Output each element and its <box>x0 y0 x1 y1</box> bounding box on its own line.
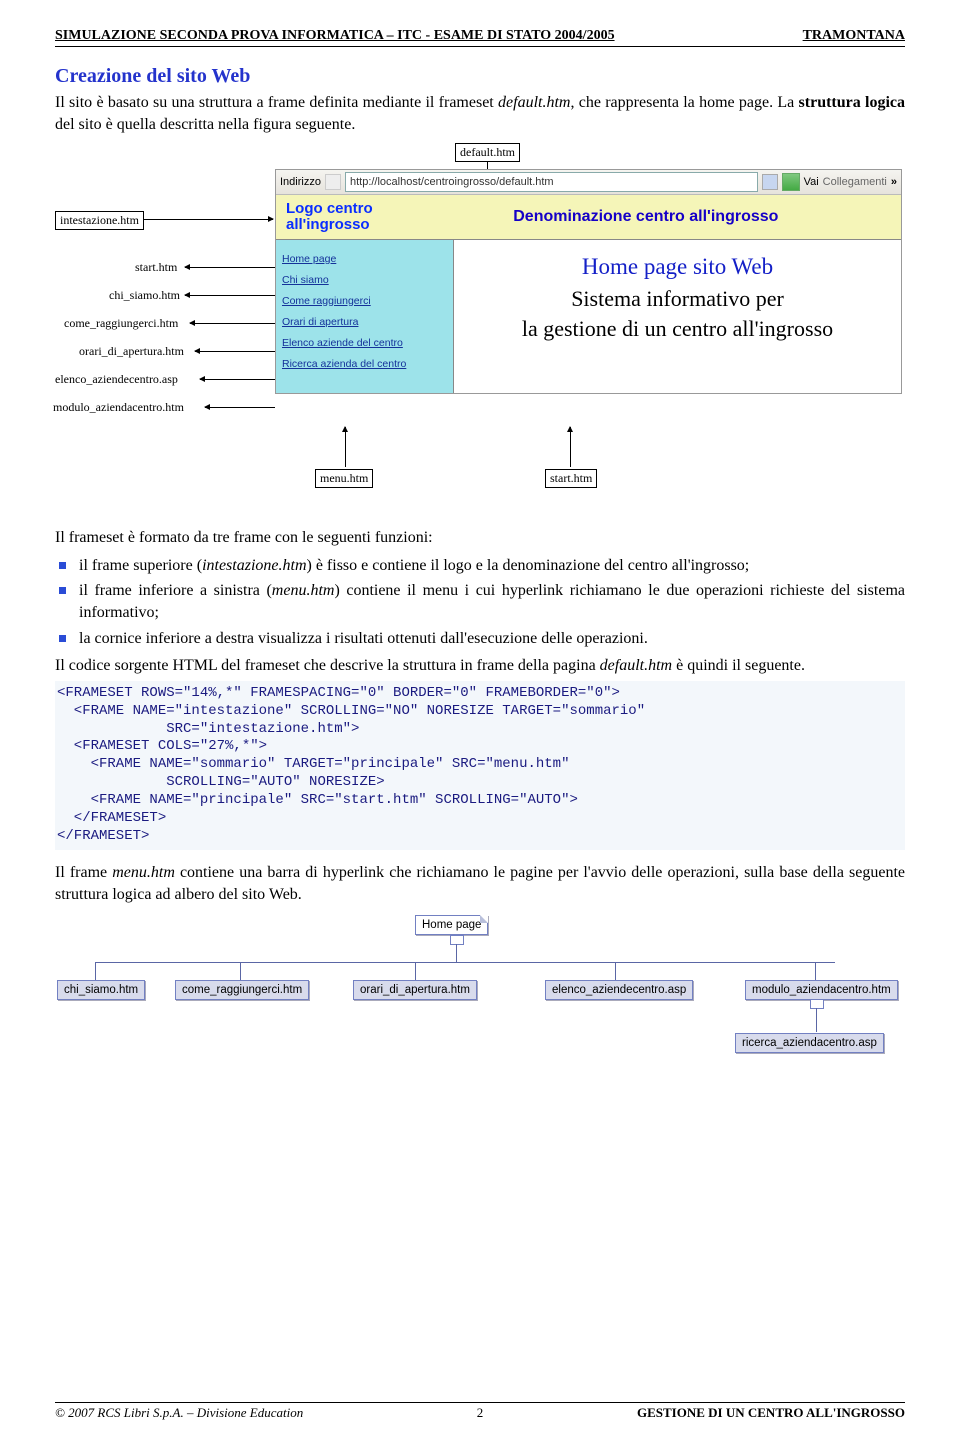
text: Logo centro <box>286 201 373 217</box>
footer-left: © 2007 RCS Libri S.p.A. – Divisione Educ… <box>55 1405 303 1421</box>
label-modulo-aziendacentro-htm: modulo_aziendacentro.htm <box>49 399 188 416</box>
page-number: 2 <box>477 1405 484 1421</box>
tree-node-ricerca: ricerca_aziendacentro.asp <box>735 1033 884 1053</box>
links-label: Collegamenti <box>823 176 887 188</box>
intro-paragraph: Il sito è basato su una struttura a fram… <box>55 92 905 135</box>
header-left: SIMULAZIONE SECONDA PROVA INFORMATICA – … <box>55 28 615 44</box>
text: Il codice sorgente HTML del frameset che… <box>55 657 600 674</box>
go-label: Vai <box>804 176 819 188</box>
go-button[interactable] <box>782 173 800 191</box>
paragraph-frameset-intro: Il frameset è formato da tre frame con l… <box>55 527 905 549</box>
tree-node-homepage: Home page <box>415 915 488 935</box>
label-come-raggiungerci-htm: come_raggiungerci.htm <box>60 315 182 332</box>
tree-node-come-raggiungerci: come_raggiungerci.htm <box>175 980 309 1000</box>
code-block-frameset: <FRAMESET ROWS="14%,*" FRAMESPACING="0" … <box>55 681 905 850</box>
tree-node-modulo: modulo_aziendacentro.htm <box>745 980 898 1000</box>
list-item: la cornice inferiore a destra visualizza… <box>57 628 905 650</box>
address-field[interactable]: http://localhost/centroingrosso/default.… <box>345 172 758 192</box>
menu-link-come-raggiungerci[interactable]: Come raggiungerci <box>282 295 447 307</box>
menu-link-home[interactable]: Home page <box>282 253 447 265</box>
address-label: Indirizzo <box>280 176 321 188</box>
frame-function-list: il frame superiore (intestazione.htm) è … <box>55 555 905 649</box>
label-default-htm: default.htm <box>455 143 520 162</box>
label-start-htm: start.htm <box>131 259 181 276</box>
browser-window: Indirizzo http://localhost/centroingross… <box>275 169 902 394</box>
section-title: Creazione del sito Web <box>55 65 905 88</box>
text: contiene una barra di hyperlink che rich… <box>55 864 905 903</box>
dropdown-icon[interactable] <box>762 174 778 190</box>
menu-link-chi-siamo[interactable]: Chi siamo <box>282 274 447 286</box>
tree-connector-icon <box>450 935 464 945</box>
text-italic: default.htm <box>600 657 672 674</box>
text-italic: default.htm <box>498 94 570 111</box>
address-bar: Indirizzo http://localhost/centroingross… <box>276 170 901 195</box>
menu-link-orari[interactable]: Orari di apertura <box>282 316 447 328</box>
footer-right: GESTIONE DI UN CENTRO ALL'INGROSSO <box>637 1405 905 1421</box>
logo-text: Logo centro all'ingrosso <box>286 201 373 233</box>
text: , che rappresenta la home page. La <box>570 94 798 111</box>
tree-node-elenco: elenco_aziendecentro.asp <box>545 980 693 1000</box>
text: Il sito è basato su una struttura a fram… <box>55 94 498 111</box>
label-elenco-aziendecentro-asp: elenco_aziendecentro.asp <box>51 371 182 388</box>
text-italic: intestazione.htm <box>202 557 306 574</box>
page-icon <box>325 174 341 190</box>
page-header: SIMULAZIONE SECONDA PROVA INFORMATICA – … <box>55 28 905 47</box>
menu-link-elenco-aziende[interactable]: Elenco aziende del centro <box>282 337 447 349</box>
label-chi-siamo-htm: chi_siamo.htm <box>105 287 184 304</box>
text: Il frame <box>55 864 112 881</box>
main-title: Home page sito Web <box>466 254 889 280</box>
text-bold: struttura logica <box>799 94 905 111</box>
text: il frame superiore ( <box>79 557 202 574</box>
text: ) è fisso e contiene il logo e la denomi… <box>307 557 750 574</box>
text: all'ingrosso <box>286 217 373 233</box>
center-title: Denominazione centro all'ingrosso <box>401 208 891 226</box>
menu-link-ricerca-azienda[interactable]: Ricerca azienda del centro <box>282 358 447 370</box>
text-italic: menu.htm <box>272 582 335 599</box>
label-start-htm-bottom: start.htm <box>545 469 597 488</box>
text: Home page <box>422 919 481 931</box>
label-intestazione-htm: intestazione.htm <box>55 211 144 230</box>
main-frame: Home page sito Web Sistema informativo p… <box>454 240 901 393</box>
page-footer: © 2007 RCS Libri S.p.A. – Divisione Educ… <box>55 1402 905 1421</box>
main-sub1: Sistema informativo per <box>466 286 889 312</box>
expand-icon[interactable]: » <box>891 176 897 188</box>
text: è quindi il seguente. <box>672 657 805 674</box>
frameset-diagram: default.htm intestazione.htm start.htm c… <box>55 149 905 509</box>
tree-node-orari: orari_di_apertura.htm <box>353 980 477 1000</box>
label-menu-htm: menu.htm <box>315 469 373 488</box>
list-item: il frame inferiore a sinistra (menu.htm)… <box>57 580 905 623</box>
tree-connector-icon <box>810 999 824 1009</box>
header-right: TRAMONTANA <box>803 28 905 44</box>
text: il frame inferiore a sinistra ( <box>79 582 272 599</box>
menu-frame: Home page Chi siamo Come raggiungerci Or… <box>276 240 454 393</box>
header-frame: Logo centro all'ingrosso Denominazione c… <box>276 195 901 240</box>
site-tree-diagram: Home page chi_siamo.htm come_raggiungerc… <box>55 915 905 1085</box>
tree-node-chi-siamo: chi_siamo.htm <box>57 980 145 1000</box>
text: del sito è quella descritta nella figura… <box>55 116 355 133</box>
paragraph-menu-frame: Il frame menu.htm contiene una barra di … <box>55 862 905 905</box>
text-italic: menu.htm <box>112 864 175 881</box>
list-item: il frame superiore (intestazione.htm) è … <box>57 555 905 577</box>
label-orari-di-apertura-htm: orari_di_apertura.htm <box>75 343 188 360</box>
main-sub2: la gestione di un centro all'ingrosso <box>466 316 889 342</box>
paragraph-code-intro: Il codice sorgente HTML del frameset che… <box>55 655 905 677</box>
